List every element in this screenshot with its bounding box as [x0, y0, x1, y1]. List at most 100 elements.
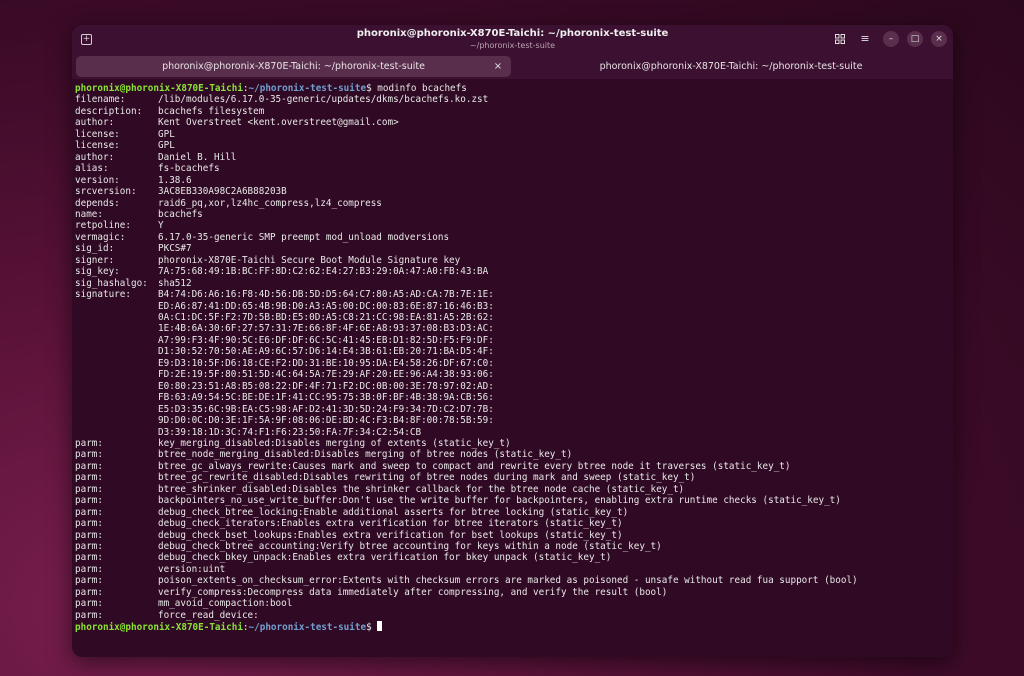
field-key: parm: [75, 449, 103, 461]
field-value: 6.17.0-35-generic SMP preempt mod_unload… [158, 231, 450, 243]
tab-close-icon[interactable]: × [491, 56, 505, 77]
field-key: filename: [75, 94, 126, 106]
output-line: parm: debug_check_btree_locking:Enable ad… [75, 506, 628, 519]
minimize-icon[interactable]: – [883, 31, 899, 47]
output-line: parm: backpointers_no_use_write_buffer:Do… [75, 495, 841, 507]
output-line: sig_id: PKCS#7 [75, 243, 192, 255]
field-key: parm: [75, 495, 103, 507]
field-value: btree_gc_always_rewrite:Causes mark and … [158, 460, 791, 472]
field-value: force_read_device: [158, 609, 259, 621]
prompt-user: phoronix@phoronix-X870E-Taichi [75, 622, 243, 634]
tab-inactive[interactable]: phoronix@phoronix-X870E-Taichi: ~/phoron… [513, 56, 949, 77]
output-line: license: GPL [75, 140, 175, 152]
field-value: PKCS#7 [158, 243, 192, 255]
field-key: retpoline: [75, 220, 131, 232]
field-value: E5:D3:35:6C:9B:EA:C5:98:AF:D2:41:3D:5D:2… [158, 403, 494, 415]
field-value: 1.38.6 [158, 174, 192, 186]
command-text: modinfo bcachefs [371, 83, 467, 94]
window-subtitle: ~/phoronix-test-suite [469, 41, 556, 50]
tab-label: phoronix@phoronix-X870E-Taichi: ~/phoron… [599, 61, 863, 72]
field-key: parm: [75, 586, 103, 598]
output-line: alias: fs-bcachefs [75, 163, 220, 175]
field-key: version: [75, 174, 120, 186]
field-key: srcversion: [75, 186, 137, 198]
output-line: name: bcachefs [75, 209, 203, 221]
output-line: license: GPL [75, 129, 175, 141]
output-line: vermagic: 6.17.0-35-generic SMP preempt m… [75, 231, 449, 244]
field-key: license: [75, 140, 120, 152]
text-cursor [377, 621, 383, 632]
field-value: btree_gc_rewrite_disabled:Disables rewri… [158, 472, 696, 484]
tab-active[interactable]: phoronix@phoronix-X870E-Taichi: ~/phoron… [76, 56, 511, 77]
field-value: D3:39:18:1D:3C:74:F1:F6:23:50:FA:7F:34:C… [158, 426, 422, 438]
prompt-path: ~/phoronix-test-suite [248, 622, 367, 634]
field-value: E9:D3:10:5F:D6:18:CE:F2:DD:31:BE:10:95:D… [158, 357, 494, 369]
output-line: filename: /lib/modules/6.17.0-35-generic/… [75, 94, 488, 106]
field-value: poison_extents_on_checksum_error:Extents… [158, 575, 858, 587]
field-value: backpointers_no_use_write_buffer:Don't u… [158, 495, 841, 507]
field-value: btree_node_merging_disabled:Disables mer… [158, 449, 573, 461]
field-value: mm_avoid_compaction:bool [158, 598, 293, 610]
output-line: depends: raid6_pq,xor,lz4hc_compress,lz4_… [75, 198, 382, 210]
field-key: description: [75, 105, 143, 117]
field-value: 1E:4B:6A:30:6F:27:57:31:7E:66:8F:4F:6E:A… [158, 323, 494, 335]
maximize-icon[interactable]: □ [907, 31, 923, 47]
field-key: sig_hashalgo: [75, 277, 148, 289]
hamburger-menu-icon[interactable]: ≡ [857, 31, 873, 47]
field-key: sig_key: [75, 266, 120, 278]
field-value: FD:2E:19:5F:80:51:5D:4C:64:5A:7E:29:AF:2… [158, 369, 494, 381]
field-value: fs-bcachefs [158, 163, 220, 175]
field-key: parm: [75, 552, 103, 564]
field-value: Y [158, 220, 164, 232]
prompt-path: ~/phoronix-test-suite [248, 83, 367, 94]
field-value: debug_check_bkey_unpack:Enables extra ve… [158, 552, 612, 564]
field-value: GPL [158, 128, 175, 140]
field-key: sig_id: [75, 243, 115, 255]
field-value: debug_check_bset_lookups:Enables extra v… [158, 529, 623, 541]
prompt-line: phoronix@phoronix-X870E-Taichi:~/phoroni… [75, 83, 467, 95]
output-line: signer: phoronix-X870E-Taichi Secure Boot… [75, 255, 460, 267]
output-line: parm: btree_gc_always_rewrite:Causes mark… [75, 460, 790, 473]
prompt-user: phoronix@phoronix-X870E-Taichi [75, 83, 243, 94]
field-key: parm: [75, 541, 103, 552]
output-line: parm: version:uint [75, 564, 225, 576]
field-value: raid6_pq,xor,lz4hc_compress,lz4_compress [158, 197, 382, 209]
field-value: version:uint [158, 563, 226, 575]
prompt-line: phoronix@phoronix-X870E-Taichi:~/phoroni… [75, 621, 383, 634]
terminal-output[interactable]: phoronix@phoronix-X870E-Taichi:~/phoroni… [75, 82, 950, 654]
field-value: B4:74:D6:A6:16:F8:4D:56:DB:5D:D5:64:C7:8… [158, 289, 494, 301]
window-title: phoronix@phoronix-X870E-Taichi: ~/phoron… [356, 28, 669, 39]
field-value: ED:A6:87:41:DD:65:4B:9B:D0:A3:A5:00:DC:0… [158, 300, 494, 312]
title-bar[interactable]: + phoronix@phoronix-X870E-Taichi: ~/phor… [72, 25, 953, 55]
field-key: parm: [75, 518, 103, 530]
output-line: parm: verify_compress:Decompress data imm… [75, 586, 667, 599]
output-line: parm: debug_check_btree_accounting:Verify… [75, 541, 662, 553]
tab-overview-icon[interactable] [832, 31, 848, 47]
tab-bar: phoronix@phoronix-X870E-Taichi: ~/phoron… [72, 55, 953, 79]
field-key: parm: [75, 460, 103, 472]
field-key: parm: [75, 437, 103, 449]
field-value: 0A:C1:DC:5F:F2:7D:5B:BD:E5:0D:A5:C8:21:C… [158, 312, 494, 323]
field-value: Kent Overstreet <kent.overstreet@gmail.c… [158, 117, 399, 129]
output-line: parm: poison_extents_on_checksum_error:Ex… [75, 575, 858, 587]
output-line: sig_key: 7A:75:68:49:1B:BC:FF:8D:C2:62:E4… [75, 266, 488, 278]
output-line: parm: btree_node_merging_disabled:Disable… [75, 449, 572, 461]
output-line: parm: force_read_device: [75, 610, 259, 622]
output-line: parm: btree_gc_rewrite_disabled:Disables … [75, 472, 695, 484]
field-key: parm: [75, 506, 103, 518]
field-value: /lib/modules/6.17.0-35-generic/updates/d… [158, 94, 489, 106]
field-value: bcachefs [158, 208, 203, 220]
field-key: vermagic: [75, 231, 126, 243]
field-value: verify_compress:Decompress data immediat… [158, 586, 668, 598]
output-line: retpoline: Y [75, 220, 164, 232]
field-value: E0:80:23:51:A8:B5:08:22:DF:4F:71:F2:DC:0… [158, 380, 494, 392]
output-line: parm: debug_check_bkey_unpack:Enables ext… [75, 552, 611, 564]
output-line: parm: debug_check_iterators:Enables extra… [75, 518, 623, 530]
close-icon[interactable]: × [931, 31, 947, 47]
field-value: bcachefs filesystem [158, 105, 265, 117]
output-line: parm: mm_avoid_compaction:bool [75, 598, 292, 610]
output-line: author: Daniel B. Hill [75, 152, 236, 164]
field-key: alias: [75, 163, 109, 175]
field-value: A7:99:F3:4F:90:5C:E6:DF:DF:6C:5C:41:45:E… [158, 334, 494, 346]
output-line: version: 1.38.6 [75, 174, 192, 187]
